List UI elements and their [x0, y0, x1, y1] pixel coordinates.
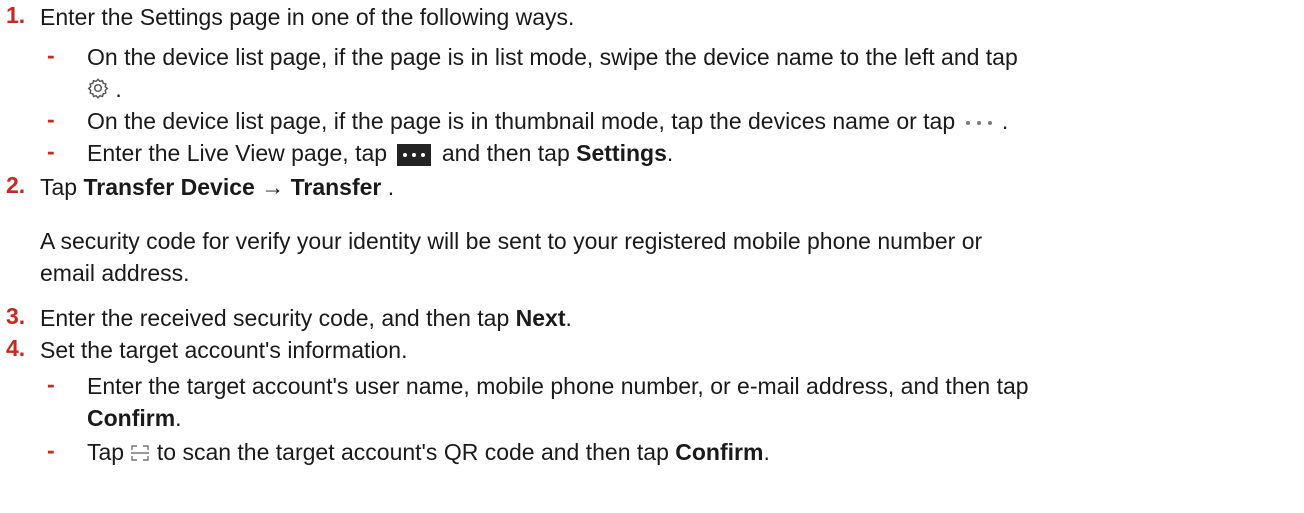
more-horizontal-icon — [397, 143, 432, 166]
period-text: . — [565, 305, 572, 331]
option-b-pre: Tap — [87, 439, 131, 465]
option-b-text: On the device list page, if the page is … — [87, 108, 962, 134]
step-2-text: Tap Transfer Device → Transfer . — [40, 172, 394, 202]
step-1-text: Enter the Settings page in one of the fo… — [40, 4, 575, 30]
settings-label: Settings — [576, 140, 667, 166]
period-text: . — [763, 439, 770, 465]
step-number-2: 2. — [6, 172, 26, 198]
step-4-option-a-line2: Confirm. — [87, 403, 182, 433]
period-text: . — [381, 174, 395, 200]
scan-icon — [130, 439, 150, 469]
bullet-dash: - — [47, 106, 55, 132]
more-horizontal-icon — [964, 118, 994, 128]
step-1-option-a-line1: On the device list page, if the page is … — [87, 44, 1018, 70]
step-3-text: Enter the received security code, and th… — [40, 303, 572, 333]
option-c-mid: and then tap — [435, 140, 577, 166]
period-text: . — [666, 140, 674, 166]
step-1-option-c: Enter the Live View page, tap and then t… — [87, 138, 673, 168]
period-text: . — [109, 76, 122, 102]
step-2-pre: Tap — [40, 174, 84, 200]
bullet-dash: - — [47, 138, 55, 164]
next-label: Next — [515, 305, 566, 331]
period-text: . — [175, 405, 182, 431]
bullet-dash: - — [47, 371, 55, 397]
step-number-1: 1. — [6, 2, 26, 28]
bullet-dash: - — [47, 437, 55, 463]
bullet-dash: - — [47, 42, 55, 68]
step-1-option-b: On the device list page, if the page is … — [87, 106, 1008, 136]
step-1-option-a-line2: . — [87, 74, 122, 106]
manual-page: { "steps": [ {"number": "1.", "text": "E… — [0, 0, 1304, 513]
step-2-result-line1: A security code for verify your identity… — [40, 228, 983, 254]
step-4-option-a-line1: Enter the target account's user name, mo… — [87, 373, 1029, 399]
step-3-pre: Enter the received security code, and th… — [40, 305, 516, 331]
period-text: . — [995, 108, 1009, 134]
confirm-label: Confirm — [87, 405, 176, 431]
transfer-path-label: Transfer Device → Transfer — [83, 174, 382, 200]
step-2-result-line2: email address. — [40, 260, 190, 286]
confirm-label: Confirm — [675, 439, 764, 465]
step-number-3: 3. — [6, 303, 26, 329]
step-4-text: Set the target account's information. — [40, 337, 408, 363]
option-b-mid: to scan the target account's QR code and… — [150, 439, 676, 465]
gear-icon — [87, 76, 109, 106]
step-4-option-b: Tap to scan the target account's QR code… — [87, 437, 770, 469]
option-c-text: Enter the Live View page, tap — [87, 140, 394, 166]
step-number-4: 4. — [6, 335, 26, 361]
